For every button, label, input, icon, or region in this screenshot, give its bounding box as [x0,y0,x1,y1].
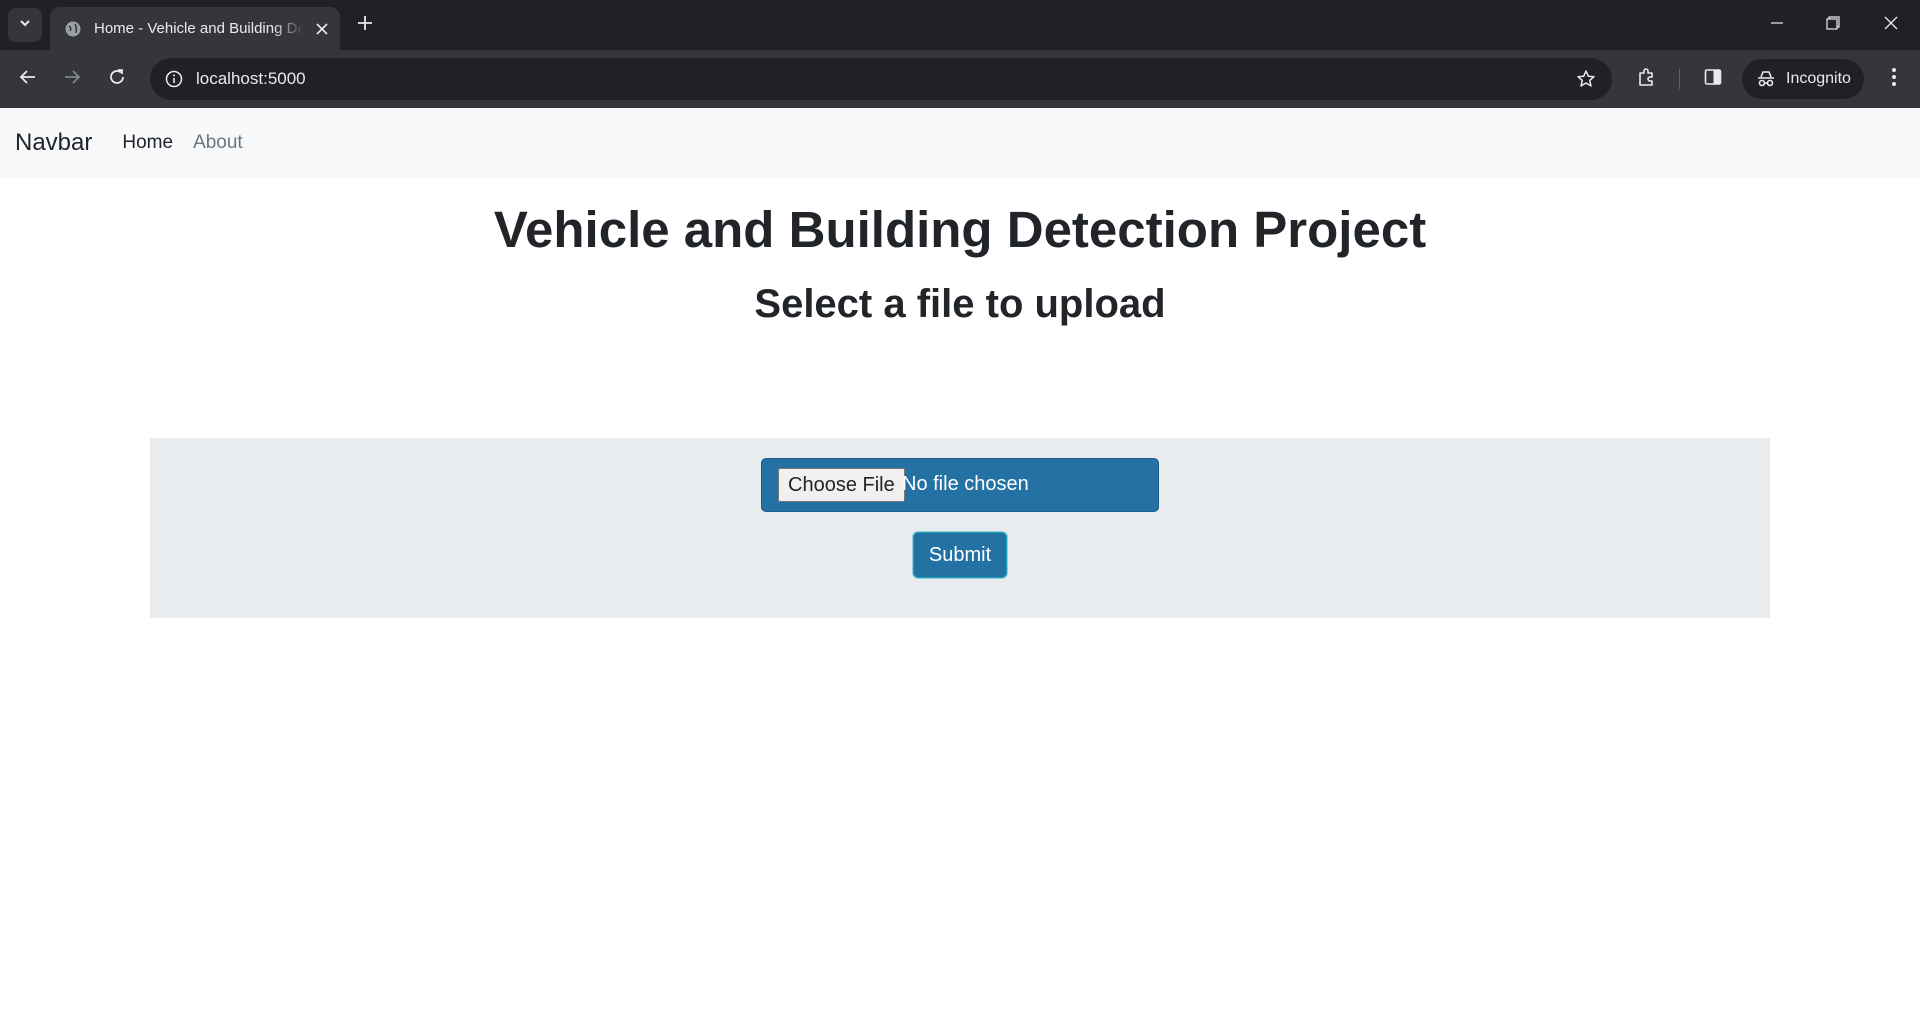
incognito-label: Incognito [1786,70,1851,87]
address-bar[interactable]: localhost:5000 [150,58,1612,100]
page-content: Navbar Home About Vehicle and Building D… [0,108,1920,1030]
minimize-icon [1770,16,1784,35]
submit-button[interactable]: Submit [913,532,1007,578]
forward-icon [63,68,81,91]
back-button[interactable] [12,63,44,95]
page-subtitle: Select a file to upload [754,282,1166,326]
plus-icon [357,15,373,36]
browser-tab-active[interactable]: Home - Vehicle and Building Detection Pr… [50,7,340,50]
globe-icon [64,20,82,38]
file-status-text: No file chosen [902,473,1029,495]
minimize-button[interactable] [1762,10,1792,40]
incognito-icon [1756,69,1776,89]
side-panel-icon [1704,68,1722,91]
menu-icon [1891,67,1897,92]
nav-link-home[interactable]: Home [122,132,173,154]
back-icon [19,68,37,91]
chevron-down-icon [18,16,32,35]
choose-file-button[interactable]: Choose File [778,468,905,502]
restore-button[interactable] [1818,10,1848,40]
browser-menu-button[interactable] [1878,63,1910,95]
site-navbar: Navbar Home About [0,108,1920,178]
reload-icon [108,68,126,91]
star-icon[interactable] [1574,67,1598,91]
tab-title: Home - Vehicle and Building Detection Pr… [94,20,304,37]
close-icon [1884,16,1898,35]
incognito-badge[interactable]: Incognito [1742,59,1864,99]
page-title: Vehicle and Building Detection Project [493,201,1427,258]
navbar-brand[interactable]: Navbar [15,129,92,157]
info-icon[interactable] [162,67,186,91]
upload-panel: Choose File No file chosen Submit [150,438,1770,618]
new-tab-button[interactable] [352,12,378,38]
extensions-icon [1637,67,1657,92]
toolbar-divider [1679,69,1680,89]
browser-toolbar: localhost:5000 Incognito [0,50,1920,108]
browser-tab-strip: Home - Vehicle and Building Detection Pr… [0,0,1920,50]
tab-search-button[interactable] [8,8,42,42]
close-window-button[interactable] [1876,10,1906,40]
restore-icon [1826,15,1840,35]
nav-link-about[interactable]: About [193,132,243,154]
close-icon[interactable] [312,19,332,39]
reload-button[interactable] [101,63,133,95]
side-panel-button[interactable] [1697,63,1729,95]
url-text[interactable]: localhost:5000 [196,69,306,89]
forward-button[interactable] [56,63,88,95]
file-input[interactable]: Choose File No file chosen [761,458,1159,512]
extensions-button[interactable] [1631,63,1663,95]
